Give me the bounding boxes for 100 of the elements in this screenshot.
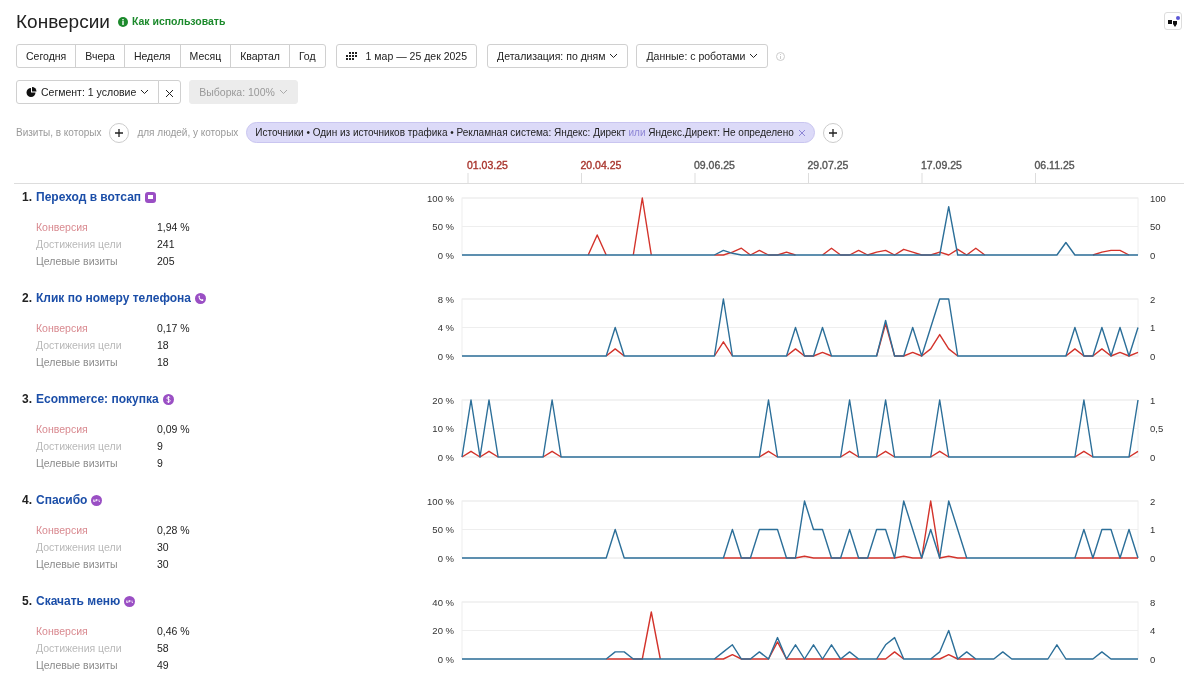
axis-label: 2: [1150, 495, 1156, 507]
filter-chip[interactable]: Источники • Один из источников трафика • Рекламная система: Яндекс: Директ или Яндекс.Директ: Не определено: [246, 122, 815, 143]
metric-label: Достижения цели: [36, 439, 123, 454]
goal-title-link[interactable]: Ecommerce: покупка: [36, 390, 159, 408]
metric-value: 0,46 %: [157, 624, 191, 639]
metric-label: Достижения цели: [36, 338, 123, 353]
axis-label: 2: [1150, 293, 1156, 305]
pie-chart-icon: [26, 86, 37, 98]
metric-value: 49: [157, 658, 170, 673]
axis-label: 0 %: [437, 552, 454, 564]
date-label: 20.04.25: [580, 159, 622, 171]
axis-label: 10 %: [432, 423, 454, 434]
toolbar-icon[interactable]: [1164, 12, 1182, 30]
axis-label: 4 %: [437, 322, 454, 333]
axis-label: 40 %: [432, 596, 454, 608]
axis-label: 100: [1150, 192, 1166, 204]
add-condition-button[interactable]: [109, 122, 130, 143]
axis-label: 8 %: [437, 293, 454, 305]
period-button[interactable]: Квартал: [230, 44, 290, 68]
caret-icon: [609, 53, 619, 59]
axis-label: 0: [1150, 249, 1156, 261]
axis-label: 0,5: [1150, 423, 1164, 434]
period-button[interactable]: Месяц: [179, 44, 232, 68]
goal-title-link[interactable]: Спасибо: [36, 491, 88, 509]
period-button[interactable]: Сегодня: [16, 44, 77, 68]
goal-type-icon: [162, 393, 174, 405]
metric-label: Конверсия: [36, 624, 89, 639]
caret-icon: [140, 89, 150, 95]
page-title: Конверсии: [16, 10, 110, 34]
metric-value: 9: [157, 456, 164, 471]
metric-label: Конверсия: [36, 321, 89, 336]
detail-dropdown[interactable]: Детализация: по дням: [487, 44, 629, 68]
axis-label: 50 %: [432, 221, 454, 232]
goal-number: 5.: [22, 593, 32, 610]
filter-label: для людей, у которых: [137, 126, 239, 140]
calendar-icon: [345, 51, 358, 61]
metric-value: 0,28 %: [157, 523, 191, 538]
date-range-button[interactable]: 1 мар — 25 дек 2025: [335, 44, 478, 68]
axis-label: 8: [1150, 596, 1156, 608]
help-link[interactable]: Как использовать: [131, 14, 226, 30]
date-label: 06.11.25: [1034, 159, 1075, 171]
axis-label: 1: [1150, 394, 1156, 406]
axis-label: 0: [1150, 451, 1156, 463]
axis-label: 100 %: [427, 192, 454, 204]
metric-value: 18: [157, 355, 170, 370]
period-button[interactable]: Год: [288, 44, 326, 68]
metric-label: Целевые визиты: [36, 254, 119, 269]
data-dropdown[interactable]: Данные: с роботами: [636, 44, 769, 68]
filter-condition: Источники • Один из источников трафика • Рекламная система: Яндекс: Директ или Яндекс.Директ: Не определено: [255, 126, 794, 140]
metric-value: 1,94 %: [157, 220, 191, 235]
axis-label: 0 %: [437, 451, 454, 463]
axis-label: 0 %: [437, 350, 454, 362]
goal-title-link[interactable]: Скачать меню: [36, 592, 121, 610]
axis-label: 0 %: [437, 249, 454, 261]
info-icon: [117, 17, 128, 27]
axis-label: 0 %: [437, 653, 454, 665]
goal-number: 2.: [22, 290, 32, 307]
metric-label: Достижения цели: [36, 641, 123, 656]
add-condition-button[interactable]: [822, 122, 843, 143]
axis-label: 20 %: [432, 625, 454, 636]
plus-icon: [114, 127, 125, 138]
segment-dropdown[interactable]: Сегмент: 1 условие: [16, 80, 160, 104]
close-icon: [165, 88, 175, 98]
goal-title-link[interactable]: Клик по номеру телефона: [36, 289, 192, 307]
date-label: 17.09.25: [921, 159, 962, 171]
date-label: 01.03.25: [467, 159, 508, 171]
plus-icon: [827, 127, 838, 138]
goal-type-icon: [145, 191, 157, 203]
metric-value: 18: [157, 338, 170, 353]
metric-value: 205: [157, 254, 176, 269]
axis-label: 50 %: [432, 524, 454, 535]
axis-label: 4: [1150, 625, 1156, 636]
axis-label: 0: [1150, 653, 1156, 665]
metric-value: 9: [157, 439, 164, 454]
axis-label: 50: [1150, 221, 1161, 232]
metric-label: Достижения цели: [36, 540, 123, 555]
date-label: 09.06.25: [694, 159, 735, 171]
metric-value: 30: [157, 540, 170, 555]
caret-icon: [278, 89, 288, 95]
axis-label: 20 %: [432, 394, 454, 406]
axis-label: 0: [1150, 350, 1156, 362]
goal-number: 1.: [22, 189, 32, 206]
axis-label: 1: [1150, 524, 1156, 535]
metric-label: Целевые визиты: [36, 456, 119, 471]
goal-title-link[interactable]: Переход в вотсап: [36, 188, 142, 206]
clear-segment-button[interactable]: [158, 80, 182, 104]
metric-value: 241: [157, 237, 176, 252]
metric-value: 58: [157, 641, 170, 656]
metric-value: 0,17 %: [157, 321, 191, 336]
axis-label: 100 %: [427, 495, 454, 507]
goal-type-icon: [195, 292, 207, 304]
metric-label: Целевые визиты: [36, 557, 119, 572]
goal-number: 4.: [22, 492, 32, 509]
period-button[interactable]: Вчера: [75, 44, 125, 68]
metric-label: Конверсия: [36, 523, 89, 538]
goal-type-icon: [91, 494, 103, 506]
axis-label: 1: [1150, 322, 1156, 333]
metric-label: Конверсия: [36, 220, 89, 235]
metric-value: 0,09 %: [157, 422, 191, 437]
period-button[interactable]: Неделя: [123, 44, 181, 68]
